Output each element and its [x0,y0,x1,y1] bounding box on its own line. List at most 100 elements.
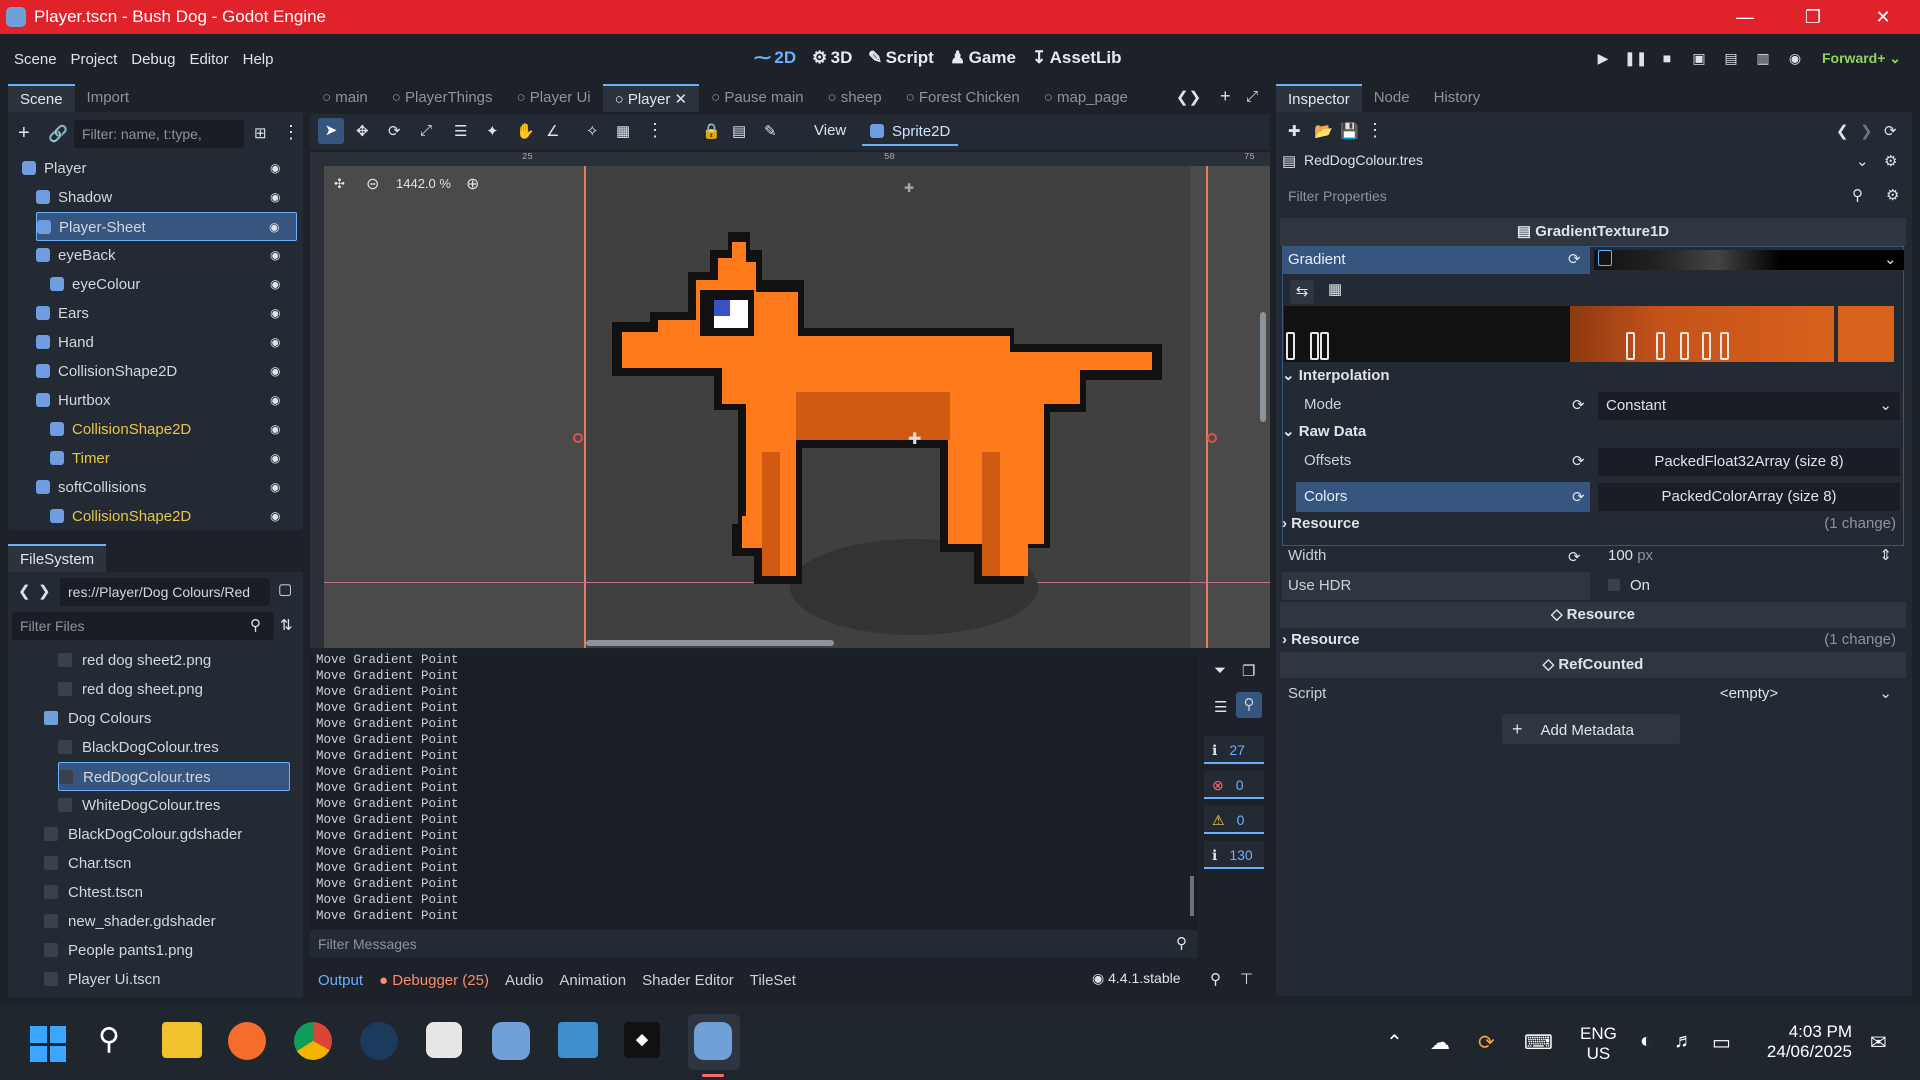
notifications-icon[interactable]: ✉ [1870,1030,1887,1055]
gradient-stop-handle[interactable] [1310,332,1319,360]
play-icon[interactable]: ▶ [1592,50,1614,72]
godot-active-icon[interactable] [694,1022,732,1060]
inspector-more-icon[interactable]: ⋮ [1366,120,1384,141]
revert-width-icon[interactable]: ⟳ [1568,548,1581,566]
gradient-stop-handle[interactable] [1320,332,1329,360]
file-explorer-icon[interactable] [162,1022,202,1058]
clock[interactable]: 4:03 PM 24/06/2025 [1760,1022,1852,1062]
gradient-stop-handle[interactable] [1702,332,1711,360]
use-hdr-checkbox[interactable]: On [1598,572,1900,600]
bottom-tab[interactable]: Shader Editor [642,972,734,989]
resource-subsection[interactable]: › Resource (1 change) [1282,510,1904,538]
firefox-icon[interactable] [228,1022,266,1060]
steam-icon[interactable] [360,1022,398,1060]
revert-offsets-icon[interactable]: ⟳ [1572,452,1585,470]
menu-scene[interactable]: Scene [14,51,57,68]
visibility-icon[interactable]: ◉ [270,415,285,436]
tab-scroll-icon[interactable]: ❮❯ [1176,88,1201,106]
bottom-tab[interactable]: TileSet [750,972,796,989]
tab-import[interactable]: Import [75,84,142,112]
run-current-scene-icon[interactable]: ▤ [1720,50,1742,72]
resource-row[interactable]: › Resource (1 change) [1282,626,1904,654]
sort-icon[interactable]: ⇅ [280,616,293,634]
script-value[interactable]: <empty> ⌄ [1598,680,1900,708]
file-item[interactable]: Player Ui.tscn [44,965,290,994]
tab-scene[interactable]: Scene [8,84,75,112]
search-output-icon[interactable]: ⚲ [1236,692,1262,718]
reverse-gradient-icon[interactable]: ⇆ [1290,280,1314,304]
remote-debug-icon[interactable]: ▣ [1688,50,1710,72]
ruler-tool-icon[interactable]: ∠ [546,122,559,140]
revert-mode-icon[interactable]: ⟳ [1572,396,1585,414]
file-item[interactable]: Char.tscn [44,849,290,878]
more-icon[interactable]: ⋮ [282,122,300,143]
unity-icon[interactable]: ◆ [624,1022,660,1058]
visibility-icon[interactable]: ◉ [270,502,285,523]
visibility-icon[interactable]: ◉ [270,183,285,204]
gradient-preview[interactable] [1594,250,1904,270]
scale-tool-icon[interactable]: ⤢ [420,122,432,139]
viewport-h-scrollbar[interactable] [586,640,834,646]
property-options-icon[interactable]: ⚙ [1886,186,1899,204]
scene-tab[interactable]: ○ sheep [816,84,894,112]
battery-icon[interactable]: ▭ [1712,1030,1731,1055]
scene-tab[interactable]: ○ map_page [1032,84,1140,112]
resource-dropdown-icon[interactable]: ⌄ [1856,152,1869,170]
visibility-icon[interactable]: ◉ [270,328,285,349]
expand-panel-icon[interactable]: ⊤ [1240,970,1253,988]
scene-tree-node[interactable]: eyeBack ◉ [36,241,297,270]
visibility-icon[interactable]: ◉ [270,444,285,465]
close-icon[interactable]: ✕ [1848,0,1918,34]
revert-gradient-icon[interactable]: ⟳ [1568,250,1581,268]
scene-tree-node[interactable]: Shadow ◉ [36,183,297,212]
group-icon[interactable]: ▤ [732,122,746,140]
gradient-color-swatch[interactable] [1838,306,1894,362]
bottom-tab[interactable]: Animation [559,972,626,989]
workspace-3d[interactable]: ⚙ 3D [812,48,852,68]
message-count-toggle[interactable]: ℹ 27 [1204,736,1264,764]
gradient-stop-handle[interactable] [1680,332,1689,360]
message-count-toggle[interactable]: ⊗ 0 [1204,771,1264,799]
split-view-icon[interactable]: ▢ [278,580,292,598]
tab-node[interactable]: Node [1362,84,1422,112]
revert-colors-icon[interactable]: ⟳ [1572,488,1585,506]
filter-properties-input[interactable]: Filter Properties [1280,182,1870,210]
gradient-stop-handle[interactable] [1626,332,1635,360]
onedrive-icon[interactable]: ☁ [1430,1030,1450,1055]
colors-value[interactable]: PackedColorArray (size 8) [1598,483,1900,511]
menu-project[interactable]: Project [71,51,118,68]
scene-tab[interactable]: ○ main [310,84,380,112]
keyboard-icon[interactable]: ⌨ [1524,1030,1553,1055]
clear-output-icon[interactable]: ⏷ [1214,662,1226,679]
view-menu[interactable]: View [814,122,846,139]
stop-icon[interactable]: ■ [1656,50,1678,72]
object-tools-icon[interactable]: ⚙ [1884,152,1897,170]
distraction-free-icon[interactable]: ⤢ [1246,88,1258,105]
width-spinbox[interactable]: 100 px ⇕ [1598,542,1900,570]
message-count-toggle[interactable]: ⚠ 0 [1204,806,1264,834]
colors-row[interactable]: Colors [1296,482,1590,512]
scene-tab[interactable]: ○ PlayerThings [380,84,505,112]
workspace-game[interactable]: ♟ Game [950,48,1016,68]
pivot-tool-icon[interactable]: ✦ [486,122,499,140]
tab-history[interactable]: History [1422,84,1493,112]
scene-tab[interactable]: ○ Pause main [699,84,815,112]
history-back-icon[interactable]: ❮ [1836,122,1849,140]
file-item[interactable]: WhiteDogColour.tres [58,791,290,820]
select-tool-icon[interactable]: ➤ [318,118,344,144]
visibility-icon[interactable]: ◉ [270,241,285,262]
visibility-icon[interactable]: ◉ [270,270,285,291]
scene-tree-node[interactable]: Hurtbox ◉ [36,386,297,415]
collapse-icon[interactable]: ☰ [1214,698,1227,716]
visibility-icon[interactable]: ◉ [270,357,285,378]
output-scrollbar[interactable] [1190,876,1194,916]
grid-snap-icon[interactable]: ▦ [616,122,630,140]
gradient-label[interactable]: Gradient [1282,246,1590,274]
lock-icon[interactable]: 🔒 [702,122,721,140]
tab-filesystem[interactable]: FileSystem [8,544,107,572]
language-indicator[interactable]: ENG US [1580,1024,1617,1064]
file-item[interactable]: People pants1.png [44,936,290,965]
copy-icon[interactable]: ❐ [1242,662,1255,680]
scene-tab[interactable]: ○ Forest Chicken [894,84,1032,112]
move-tool-icon[interactable]: ✥ [356,122,369,140]
